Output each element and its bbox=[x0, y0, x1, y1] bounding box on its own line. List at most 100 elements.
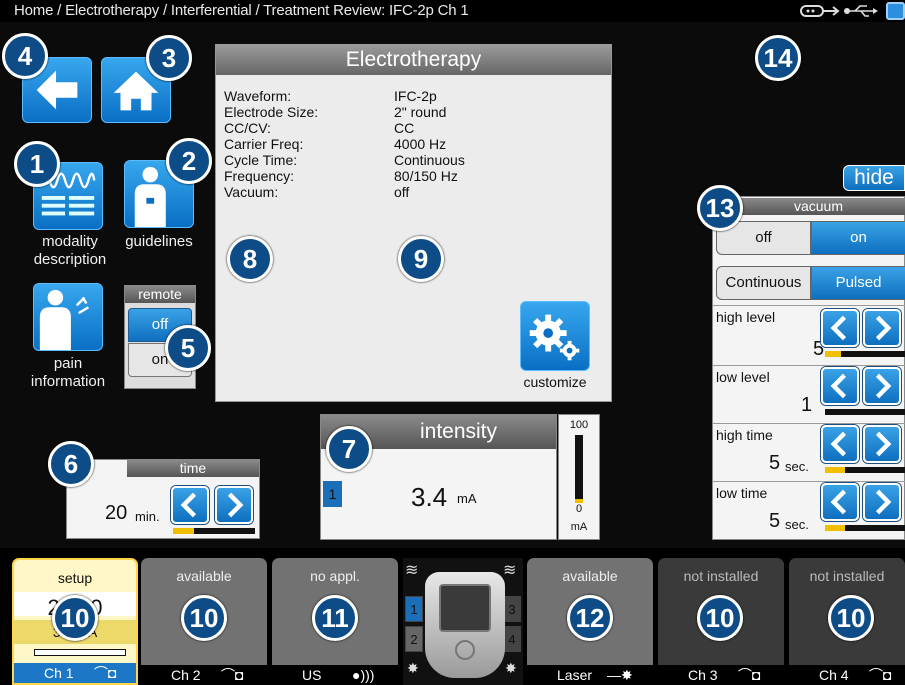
low-time-bar bbox=[825, 525, 905, 531]
param-key: Carrier Freq: bbox=[224, 136, 304, 152]
high-time-unit: sec. bbox=[785, 459, 809, 474]
high-time-value: 5 bbox=[769, 452, 781, 474]
chevron-left-icon bbox=[830, 431, 847, 457]
callout-badge: 5 bbox=[165, 325, 211, 371]
callout-badge: 3 bbox=[146, 35, 192, 81]
chevron-right-icon bbox=[875, 315, 892, 341]
low-time-label: low time bbox=[716, 485, 768, 501]
param-row-frequency: Frequency: 80/150 Hz bbox=[224, 168, 604, 184]
param-row-cycle-time: Cycle Time: Continuous bbox=[224, 152, 604, 168]
chevron-right-icon bbox=[875, 431, 892, 457]
low-time-unit: sec. bbox=[785, 517, 809, 532]
channel-status: no appl. bbox=[310, 568, 360, 584]
customize-button[interactable] bbox=[520, 301, 590, 371]
electrotherapy-panel: Electrotherapy Waveform: IFC-2p Electrode… bbox=[215, 44, 612, 402]
intensity-level-track bbox=[575, 435, 583, 503]
vacuum-title: vacuum bbox=[731, 198, 905, 215]
electrode-icon: ⌒◘ bbox=[221, 667, 244, 683]
time-control: time 20 min. bbox=[66, 459, 260, 539]
channel-status: not installed bbox=[809, 568, 885, 584]
scale-max-label: 100 bbox=[569, 419, 589, 431]
low-level-increase-button[interactable] bbox=[863, 367, 901, 405]
pain-information-button[interactable] bbox=[33, 283, 103, 351]
intensity-value: 3.4 bbox=[411, 482, 448, 512]
channel-status: available bbox=[176, 568, 232, 584]
laser-icon: —✸ bbox=[607, 667, 633, 683]
chevron-left-icon bbox=[830, 489, 847, 515]
mode-continuous-button[interactable]: Continuous bbox=[716, 266, 811, 300]
coil-icon: ≋ bbox=[503, 562, 517, 579]
vacuum-on-button[interactable]: on bbox=[811, 221, 905, 255]
low-time-increase-button[interactable] bbox=[863, 483, 901, 521]
param-value: 2" round bbox=[394, 104, 447, 120]
channel-name: US bbox=[302, 667, 322, 683]
chevron-left-icon bbox=[180, 492, 197, 518]
low-time-decrease-button[interactable] bbox=[821, 483, 859, 521]
param-row-carrier-freq: Carrier Freq: 4000 Hz bbox=[224, 136, 604, 152]
hide-button[interactable]: hide bbox=[843, 165, 905, 191]
channel-name: Ch 3 bbox=[688, 667, 718, 683]
callout-badge: 8 bbox=[227, 236, 273, 282]
channel-status: not installed bbox=[683, 568, 759, 584]
chevron-left-icon bbox=[830, 315, 847, 341]
connection-icon bbox=[800, 5, 840, 17]
param-key: Frequency: bbox=[224, 168, 295, 184]
breadcrumb: Home / Electrotherapy / Interferential /… bbox=[14, 2, 469, 19]
laser-star-icon: ✸ bbox=[505, 660, 517, 676]
mode-pulsed-button[interactable]: Pulsed bbox=[811, 266, 905, 300]
param-key: Vacuum: bbox=[224, 184, 279, 200]
low-level-decrease-button[interactable] bbox=[821, 367, 859, 405]
high-level-label: high level bbox=[716, 309, 776, 325]
device-slot-4[interactable]: 4 bbox=[503, 626, 521, 652]
intensity-channel-indicator[interactable]: 1 bbox=[323, 481, 342, 507]
time-decrease-button[interactable] bbox=[171, 486, 209, 524]
gears-icon bbox=[529, 314, 580, 361]
param-key: Cycle Time: bbox=[224, 152, 298, 168]
settings-panel: vacuum off on Continuous Pulsed high lev… bbox=[712, 196, 905, 540]
callout-badge: 4 bbox=[2, 33, 48, 79]
param-value: 4000 Hz bbox=[394, 136, 447, 152]
callout-badge: 10 bbox=[697, 595, 743, 641]
channel-footer: Ch 3 ⌒◘ bbox=[658, 665, 784, 685]
divider bbox=[713, 481, 905, 482]
low-time-fill bbox=[825, 525, 846, 531]
channel-progress-bar bbox=[34, 649, 126, 656]
chevron-right-icon bbox=[227, 492, 244, 518]
time-title: time bbox=[127, 460, 259, 477]
channel-footer: Ch 2 ⌒◘ bbox=[141, 665, 267, 685]
intensity-unit: mA bbox=[457, 491, 477, 506]
channel-name: Ch 4 bbox=[819, 667, 849, 683]
high-time-bar bbox=[825, 467, 905, 473]
callout-badge: 10 bbox=[828, 595, 874, 641]
laser-star-icon: ✸ bbox=[407, 660, 419, 676]
param-row-cc-cv: CC/CV: CC bbox=[224, 120, 604, 136]
device-image bbox=[425, 572, 505, 678]
scale-unit-label: mA bbox=[570, 521, 588, 533]
device-slot-1[interactable]: 1 bbox=[405, 596, 423, 622]
scale-min-label: 0 bbox=[575, 503, 583, 515]
high-time-decrease-button[interactable] bbox=[821, 425, 859, 463]
callout-badge: 9 bbox=[398, 236, 444, 282]
low-time-value: 5 bbox=[769, 510, 781, 532]
pain-information-label: pain information bbox=[18, 355, 118, 391]
electrode-icon: ⌒◘ bbox=[869, 667, 892, 683]
callout-badge: 1 bbox=[14, 141, 60, 187]
high-time-increase-button[interactable] bbox=[863, 425, 901, 463]
device-knob bbox=[455, 640, 475, 660]
customize-label: customize bbox=[523, 374, 587, 390]
high-level-decrease-button[interactable] bbox=[821, 309, 859, 347]
channel-footer: Ch 4 ⌒◘ bbox=[789, 665, 905, 685]
high-level-increase-button[interactable] bbox=[863, 309, 901, 347]
time-increase-button[interactable] bbox=[215, 486, 253, 524]
device-slot-3[interactable]: 3 bbox=[503, 596, 521, 622]
device-slot-2[interactable]: 2 bbox=[405, 626, 423, 652]
divider bbox=[713, 305, 905, 306]
callout-badge: 11 bbox=[312, 595, 358, 641]
high-level-bar bbox=[825, 351, 905, 357]
divider bbox=[713, 365, 905, 366]
high-time-fill bbox=[825, 467, 846, 473]
param-value: IFC-2p bbox=[394, 88, 437, 104]
intensity-scale: 100 0 mA bbox=[558, 414, 600, 540]
battery-icon bbox=[886, 2, 905, 20]
param-row-electrode-size: Electrode Size: 2" round bbox=[224, 104, 604, 120]
